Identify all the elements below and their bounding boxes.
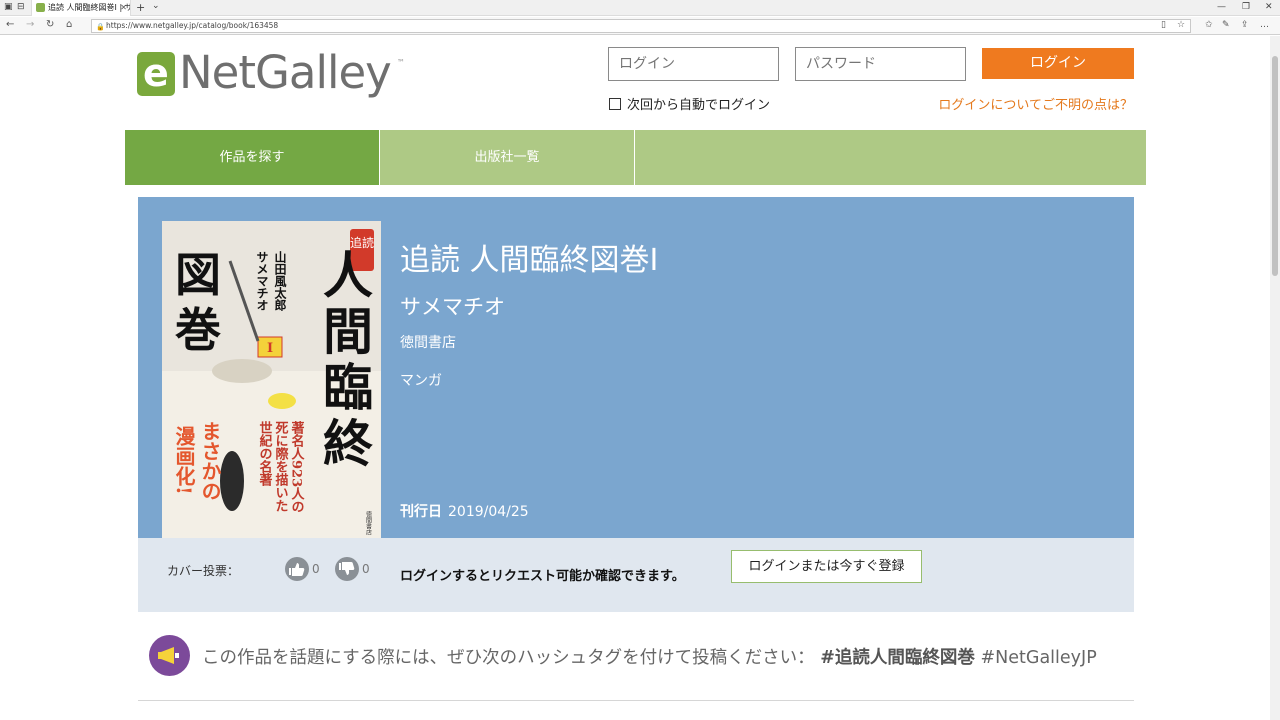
tab-close-icon[interactable]: ✕ — [120, 0, 127, 15]
svg-text:漫画化!: 漫画化! — [172, 426, 196, 495]
favorite-star-icon[interactable]: ☆ — [1177, 20, 1185, 30]
tab-list-chevron-icon[interactable]: ⌄ — [152, 1, 160, 11]
password-input[interactable] — [795, 47, 966, 81]
forward-icon[interactable]: → — [26, 19, 34, 30]
new-tab-icon[interactable]: + — [136, 1, 145, 14]
book-genre: マンガ — [400, 373, 442, 389]
login-or-register-button[interactable]: ログインまたは今すぐ登録 — [731, 550, 922, 583]
maximize-icon[interactable]: ❐ — [1242, 2, 1250, 12]
scrollbar-thumb[interactable] — [1272, 56, 1278, 276]
svg-text:著名人923人の: 著名人923人の — [289, 420, 306, 513]
svg-text:臨: 臨 — [323, 358, 373, 417]
book-release-date: 刊行日 2019/04/25 — [400, 501, 529, 521]
svg-text:死に際を描いた: 死に際を描いた — [273, 421, 289, 512]
url-text: https://www.netgalley.jp/catalog/book/16… — [106, 21, 279, 30]
cover-vote-label: カバー投票： — [167, 564, 240, 578]
svg-text:サメマチオ: サメマチオ — [255, 251, 269, 311]
svg-text:まさかの: まさかの — [198, 421, 222, 501]
cover-artwork: 追読 人 間 臨 終 図 巻 山田風太郎 サメマチオ I 著名人923人の 死に… — [162, 221, 381, 538]
hashtag-instruction: この作品を話題にする際には、ぜひ次のハッシュタグを付けて投稿ください： — [202, 648, 815, 668]
release-date-value: 2019/04/25 — [448, 504, 529, 520]
main-navigation: 作品を探す 出版社一覧 — [125, 130, 1146, 185]
svg-text:図: 図 — [175, 248, 221, 302]
hashtag-title: #追読人間臨終図巻 — [820, 648, 975, 668]
window-close-icon[interactable]: ✕ — [1265, 2, 1273, 12]
checkbox-box[interactable] — [609, 98, 621, 110]
netgalley-logo[interactable]: e NetGalley ™ — [137, 46, 412, 102]
home-icon[interactable]: ⌂ — [66, 19, 72, 30]
svg-text:I: I — [267, 341, 273, 356]
svg-text:間: 間 — [323, 302, 373, 361]
page-scrollbar[interactable] — [1270, 36, 1280, 720]
back-icon[interactable]: ← — [6, 19, 14, 30]
vote-down[interactable]: 0 — [335, 557, 370, 581]
logo-trademark: ™ — [397, 58, 405, 67]
thumbs-up-icon[interactable] — [285, 557, 309, 581]
request-info-text: ログインするとリクエスト可能か確認できます。 — [400, 569, 685, 584]
book-publisher-link[interactable]: 徳間書店 — [400, 332, 456, 352]
thumbs-down-icon[interactable] — [335, 557, 359, 581]
svg-text:世紀の名著: 世紀の名著 — [257, 420, 274, 487]
nav-find-books[interactable]: 作品を探す — [125, 130, 380, 185]
logo-text: NetGalley — [179, 46, 392, 99]
login-help-link[interactable]: ログインについてご不明の点は？ — [900, 94, 1133, 113]
book-author-link[interactable]: サメマチオ — [400, 291, 505, 321]
login-id-input[interactable] — [608, 47, 779, 81]
megaphone-icon — [149, 635, 190, 676]
svg-text:巻: 巻 — [175, 303, 221, 357]
svg-text:終: 終 — [323, 414, 373, 473]
favorites-bar-icon[interactable]: ✩ — [1205, 20, 1213, 30]
refresh-icon[interactable]: ↻ — [46, 19, 54, 30]
reading-view-icon[interactable]: ▯ — [1161, 20, 1166, 30]
browser-tab-bar: ▣ ⊟ 追読 人間臨終図巻I | サ ✕ + ⌄ — ❐ ✕ — [0, 0, 1280, 16]
vote-up-count: 0 — [312, 562, 320, 576]
browser-tab[interactable]: 追読 人間臨終図巻I | サ ✕ — [31, 0, 131, 16]
book-cover-image: 追読 人 間 臨 終 図 巻 山田風太郎 サメマチオ I 著名人923人の 死に… — [162, 221, 381, 538]
address-bar: ← → ↻ ⌂ 🔒 https://www.netgalley.jp/catal… — [0, 17, 1280, 35]
tab-actions-icon[interactable]: ▣ — [4, 2, 13, 12]
svg-text:人: 人 — [323, 246, 373, 305]
svg-text:山田風太郎: 山田風太郎 — [273, 250, 287, 312]
nav-publishers[interactable]: 出版社一覧 — [380, 130, 635, 185]
login-button[interactable]: ログイン — [982, 48, 1134, 79]
favicon-icon — [36, 3, 45, 12]
svg-text:徳間書店: 徳間書店 — [365, 510, 372, 536]
lock-icon: 🔒 — [96, 23, 105, 31]
logo-mark: e — [137, 51, 175, 96]
book-detail-panel: 追読 人 間 臨 終 図 巻 山田風太郎 サメマチオ I 著名人923人の 死に… — [138, 197, 1134, 538]
remember-login-checkbox[interactable]: 次回から自動でログイン — [609, 94, 770, 113]
tabs-aside-icon[interactable]: ⊟ — [17, 2, 25, 12]
book-title: 追読 人間臨終図巻I — [400, 243, 659, 278]
url-field[interactable]: 🔒 https://www.netgalley.jp/catalog/book/… — [91, 19, 1191, 33]
reading-list-icon[interactable]: ✎ — [1222, 20, 1230, 30]
cover-vote-bar: カバー投票： 0 0 ログインするとリクエスト可能か確認できます。 ログインまた… — [138, 538, 1134, 612]
hashtag-netgalley: #NetGalleyJP — [980, 648, 1097, 668]
remember-label: 次回から自動でログイン — [627, 98, 771, 113]
share-icon[interactable]: ⇪ — [1241, 20, 1249, 30]
section-divider — [138, 700, 1134, 701]
release-date-label: 刊行日 — [400, 504, 442, 520]
hashtag-text: この作品を話題にする際には、ぜひ次のハッシュタグを付けて投稿ください： #追読人… — [202, 644, 1097, 669]
vote-up[interactable]: 0 — [285, 557, 320, 581]
vote-down-count: 0 — [362, 562, 370, 576]
minimize-icon[interactable]: — — [1217, 2, 1226, 12]
tab-title: 追読 人間臨終図巻I | サ — [48, 3, 131, 12]
more-icon[interactable]: … — [1260, 20, 1269, 30]
